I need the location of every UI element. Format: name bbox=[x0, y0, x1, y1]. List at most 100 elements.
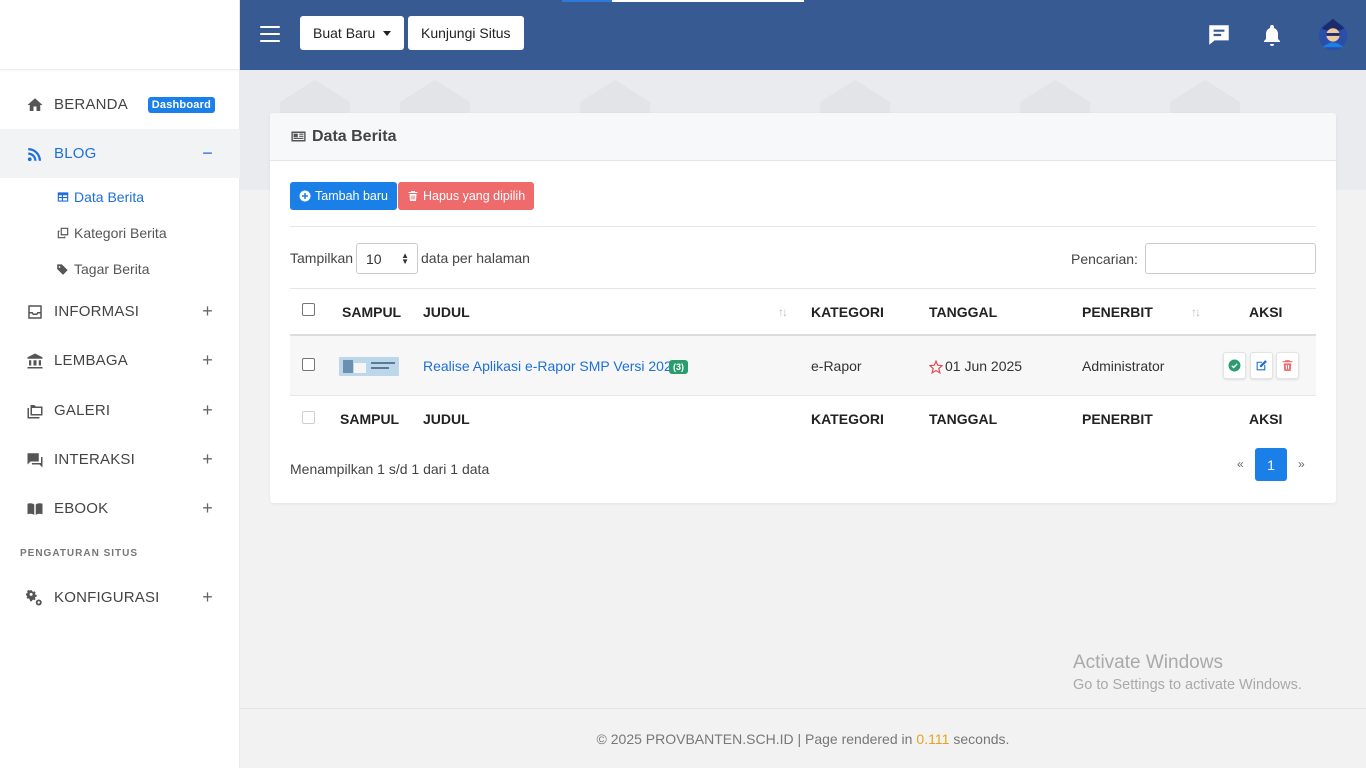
column-header-aksi: AKSI bbox=[1249, 304, 1283, 320]
approve-button[interactable] bbox=[1223, 352, 1246, 379]
divider bbox=[290, 288, 1316, 289]
footer-column-aksi: AKSI bbox=[1249, 411, 1283, 427]
expand-toggle[interactable]: + bbox=[202, 449, 213, 470]
sidebar-item-informasi[interactable]: INFORMASI + bbox=[0, 287, 240, 336]
expand-toggle[interactable]: + bbox=[202, 350, 213, 371]
search-label: Pencarian: bbox=[1071, 251, 1138, 267]
publisher-cell: Administrator bbox=[1082, 358, 1165, 374]
pagination-info: Menampilkan 1 s/d 1 dari 1 data bbox=[290, 461, 490, 477]
sidebar-item-lembaga[interactable]: LEMBAGA + bbox=[0, 336, 240, 385]
caret-down-icon bbox=[383, 30, 392, 36]
footer-column-kategori: KATEGORI bbox=[811, 411, 884, 427]
newspaper-icon bbox=[291, 131, 306, 142]
sidebar-item-galeri[interactable]: GALERI + bbox=[0, 386, 240, 435]
footer-column-penerbit: PENERBIT bbox=[1082, 411, 1153, 427]
edit-button[interactable] bbox=[1250, 352, 1273, 379]
divider bbox=[290, 226, 1316, 227]
trash-icon bbox=[1282, 360, 1293, 371]
delete-selected-button[interactable]: Hapus yang dipilih bbox=[398, 182, 535, 210]
visit-site-button[interactable]: Kunjungi Situs bbox=[408, 16, 524, 50]
sort-icon[interactable]: ↑↓ bbox=[1191, 305, 1201, 319]
footer-column-sampul: SAMPUL bbox=[340, 411, 400, 427]
card-title: Data Berita bbox=[312, 127, 397, 145]
inbox-icon bbox=[25, 302, 45, 322]
folders-icon bbox=[25, 401, 45, 421]
sidebar-item-label: BLOG bbox=[54, 145, 97, 162]
sidebar-item-blog[interactable]: BLOG − bbox=[0, 129, 240, 178]
date-cell: 01 Jun 2025 bbox=[945, 358, 1023, 374]
footer-suffix: seconds. bbox=[953, 730, 1010, 747]
category-cell: e-Rapor bbox=[811, 358, 862, 374]
search-input[interactable] bbox=[1145, 243, 1316, 274]
expand-toggle[interactable]: + bbox=[202, 498, 213, 519]
column-header-judul[interactable]: JUDUL bbox=[423, 304, 470, 320]
sidebar-item-label: INFORMASI bbox=[54, 303, 140, 320]
pagination-prev[interactable]: « bbox=[1237, 457, 1244, 471]
column-header-penerbit[interactable]: PENERBIT bbox=[1082, 304, 1153, 320]
sidebar-item-label: BERANDA bbox=[54, 96, 128, 113]
per-page-suffix: data per halaman bbox=[421, 250, 530, 266]
data-berita-card: Data Berita Tambah baru Hapus yang dipil… bbox=[270, 113, 1336, 503]
article-title-link[interactable]: Realise Aplikasi e-Rapor SMP Versi 2025 bbox=[423, 358, 680, 374]
check-circle-icon bbox=[1228, 359, 1241, 372]
sidebar-item-konfigurasi[interactable]: KONFIGURASI + bbox=[0, 573, 240, 622]
watermark-line2: Go to Settings to activate Windows. bbox=[1073, 677, 1302, 693]
progress-strip-accent bbox=[562, 0, 612, 2]
sidebar-item-ebook[interactable]: EBOOK + bbox=[0, 484, 240, 533]
chat-icon bbox=[25, 450, 45, 470]
pagination-page-current[interactable]: 1 bbox=[1255, 448, 1287, 481]
select-all-footer-checkbox[interactable] bbox=[302, 411, 315, 424]
expand-toggle[interactable]: + bbox=[202, 400, 213, 421]
sidebar-item-label: INTERAKSI bbox=[54, 451, 135, 468]
card-header: Data Berita bbox=[270, 113, 1336, 161]
page-footer: © 2025 PROVBANTEN.SCH.ID | Page rendered… bbox=[240, 708, 1366, 768]
sort-icon[interactable]: ↑↓ bbox=[778, 305, 788, 319]
footer-column-judul: JUDUL bbox=[423, 411, 470, 427]
column-header-sampul[interactable]: SAMPUL bbox=[342, 304, 401, 320]
per-page-select[interactable]: 10 ▲ ▼ bbox=[356, 243, 418, 274]
divider bbox=[290, 395, 1316, 396]
menu-toggle-icon[interactable] bbox=[260, 26, 280, 42]
per-page-value: 10 bbox=[366, 250, 382, 267]
row-checkbox[interactable] bbox=[302, 358, 315, 371]
user-avatar[interactable] bbox=[1314, 15, 1352, 53]
topbar: Buat Baru Kunjungi Situs bbox=[240, 0, 1366, 70]
plus-circle-icon bbox=[299, 190, 311, 202]
collapse-toggle[interactable]: − bbox=[202, 143, 213, 164]
edit-icon bbox=[1256, 360, 1267, 371]
expand-toggle[interactable]: + bbox=[202, 587, 213, 608]
add-new-label: Tambah baru bbox=[315, 189, 388, 203]
render-time: 0.111 bbox=[916, 730, 950, 747]
star-outline-icon[interactable] bbox=[929, 360, 943, 374]
pagination-next[interactable]: » bbox=[1298, 457, 1305, 471]
delete-button[interactable] bbox=[1276, 352, 1299, 379]
create-new-label: Buat Baru bbox=[313, 25, 376, 41]
bank-icon bbox=[25, 351, 45, 371]
expand-toggle[interactable]: + bbox=[202, 301, 213, 322]
footer-prefix: © 2025 PROVBANTEN.SCH.ID | Page rendered… bbox=[596, 730, 913, 747]
watermark-line1: Activate Windows bbox=[1073, 652, 1223, 673]
footer-column-tanggal: TANGGAL bbox=[929, 411, 998, 427]
sidebar-item-label: GALERI bbox=[54, 402, 111, 419]
column-header-kategori[interactable]: KATEGORI bbox=[811, 304, 884, 320]
rss-icon bbox=[25, 144, 45, 164]
sidebar-sub-kategori-berita[interactable]: Kategori Berita bbox=[56, 225, 167, 241]
sidebar-sub-label: Tagar Berita bbox=[74, 261, 150, 277]
create-new-dropdown[interactable]: Buat Baru bbox=[300, 16, 405, 50]
column-header-tanggal[interactable]: TANGGAL bbox=[929, 304, 997, 320]
dashboard-badge: Dashboard bbox=[147, 96, 215, 113]
cover-thumbnail[interactable] bbox=[339, 357, 399, 376]
sidebar-sub-tagar-berita[interactable]: Tagar Berita bbox=[56, 261, 149, 277]
sidebar-item-label: KONFIGURASI bbox=[54, 589, 160, 606]
sidebar-sub-data-berita[interactable]: Data Berita bbox=[56, 189, 144, 205]
bell-icon[interactable] bbox=[1260, 23, 1284, 47]
home-icon bbox=[25, 95, 45, 115]
sidebar: BERANDA Dashboard BLOG − Data Berita Kat… bbox=[0, 0, 240, 768]
messages-icon[interactable] bbox=[1206, 22, 1232, 48]
sidebar-item-beranda[interactable]: BERANDA Dashboard bbox=[0, 80, 240, 129]
table-icon bbox=[57, 192, 69, 202]
sidebar-item-interaksi[interactable]: INTERAKSI + bbox=[0, 435, 240, 484]
clone-icon bbox=[57, 227, 69, 239]
add-new-button[interactable]: Tambah baru bbox=[290, 182, 397, 210]
select-all-checkbox[interactable] bbox=[302, 303, 315, 316]
